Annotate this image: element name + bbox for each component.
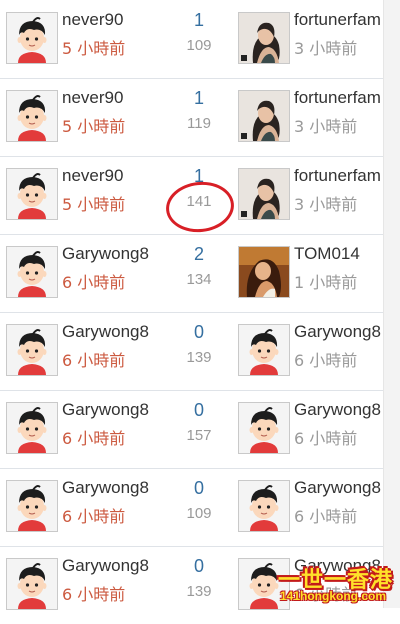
author-post-time: 6 小時前 (62, 273, 126, 292)
site-watermark: 一世一香港 141hongkong.com (270, 562, 396, 606)
author-post-time: 6 小時前 (62, 351, 126, 370)
last-poster-name-link[interactable]: Garywong8 (294, 400, 384, 420)
last-post-time: 3 小時前 (294, 195, 358, 214)
cartoon-boy-avatar-icon (7, 91, 57, 141)
author-avatar[interactable] (6, 168, 58, 220)
reply-count: 2 (193, 244, 204, 264)
view-count: 109 (186, 37, 212, 54)
reply-count: 1 (193, 88, 204, 108)
thread-row: never90 5 小時前 1 119 fortunerfam 3 小時前 (0, 78, 384, 157)
author-avatar[interactable] (6, 402, 58, 454)
author-avatar[interactable] (6, 12, 58, 64)
last-poster-avatar[interactable] (238, 12, 290, 64)
reply-count: 0 (193, 478, 204, 498)
cartoon-boy-avatar-icon (7, 247, 57, 297)
cartoon-boy-avatar-icon (239, 325, 289, 375)
cartoon-boy-avatar-icon (7, 325, 57, 375)
view-count: 157 (186, 427, 212, 444)
cartoon-boy-avatar-icon (7, 403, 57, 453)
author-avatar[interactable] (6, 90, 58, 142)
last-post-time: 3 小時前 (294, 117, 358, 136)
woman-photo-avatar-icon (239, 91, 289, 141)
view-count: 119 (187, 115, 211, 132)
watermark-url: 141hongkong.com (280, 589, 387, 603)
cartoon-boy-avatar-icon (7, 13, 57, 63)
author-name-link[interactable]: Garywong8 (62, 400, 170, 420)
author-avatar[interactable] (6, 324, 58, 376)
author-name-link[interactable]: Garywong8 (62, 244, 170, 264)
last-poster-name-link[interactable]: fortunerfam (294, 166, 384, 186)
last-post-time: 6 小時前 (294, 351, 358, 370)
author-avatar[interactable] (6, 246, 58, 298)
last-poster-name-link[interactable]: TOM014 (294, 244, 384, 264)
author-name-link[interactable]: never90 (62, 166, 170, 186)
author-post-time: 5 小時前 (62, 39, 126, 58)
author-avatar[interactable] (6, 558, 58, 610)
last-poster-avatar[interactable] (238, 90, 290, 142)
thread-row: never90 5 小時前 1 109 fortunerfam 3 小時前 (0, 0, 384, 79)
author-post-time: 5 小時前 (62, 195, 126, 214)
author-post-time: 6 小時前 (62, 429, 126, 448)
thread-row: Garywong8 6 小時前 0 109 Garywong8 6 小時前 (0, 468, 384, 547)
cartoon-boy-avatar-icon (239, 481, 289, 531)
last-poster-name-link[interactable]: fortunerfam (294, 88, 384, 108)
last-poster-name-link[interactable]: fortunerfam (294, 10, 384, 30)
last-post-time: 3 小時前 (294, 39, 358, 58)
cartoon-boy-avatar-icon (239, 403, 289, 453)
last-poster-name-link[interactable]: Garywong8 (294, 322, 384, 342)
last-poster-avatar[interactable] (238, 246, 290, 298)
author-name-link[interactable]: Garywong8 (62, 556, 170, 576)
thread-row: Garywong8 6 小時前 2 134 TOM014 1 小時前 (0, 234, 384, 313)
author-name-link[interactable]: never90 (62, 88, 170, 108)
reply-count: 1 (193, 10, 204, 30)
last-poster-avatar[interactable] (238, 168, 290, 220)
view-count: 109 (186, 505, 212, 522)
view-count: 139 (186, 349, 212, 366)
author-name-link[interactable]: never90 (62, 10, 170, 30)
vertical-scrollbar[interactable] (383, 0, 400, 608)
reply-count: 0 (193, 556, 204, 576)
last-post-time: 1 小時前 (294, 273, 358, 292)
author-post-time: 6 小時前 (62, 585, 126, 604)
last-post-time: 6 小時前 (294, 429, 358, 448)
last-poster-name-link[interactable]: Garywong8 (294, 478, 384, 498)
woman-photo-avatar-icon (239, 247, 289, 297)
thread-row: Garywong8 6 小時前 0 157 Garywong8 6 小時前 (0, 390, 384, 469)
thread-row: Garywong8 6 小時前 0 139 Garywong8 6 小時前 (0, 312, 384, 391)
view-count: 139 (186, 583, 212, 600)
reply-count: 0 (193, 400, 204, 420)
author-avatar[interactable] (6, 480, 58, 532)
last-poster-avatar[interactable] (238, 402, 290, 454)
reply-count: 0 (193, 322, 204, 342)
cartoon-boy-avatar-icon (7, 169, 57, 219)
woman-photo-avatar-icon (239, 13, 289, 63)
last-post-time: 6 小時前 (294, 507, 358, 526)
woman-photo-avatar-icon (239, 169, 289, 219)
author-name-link[interactable]: Garywong8 (62, 478, 170, 498)
last-poster-avatar[interactable] (238, 480, 290, 532)
author-name-link[interactable]: Garywong8 (62, 322, 170, 342)
author-post-time: 6 小時前 (62, 507, 126, 526)
view-count: 134 (186, 271, 212, 288)
cartoon-boy-avatar-icon (7, 559, 57, 609)
last-poster-avatar[interactable] (238, 324, 290, 376)
author-post-time: 5 小時前 (62, 117, 126, 136)
cartoon-boy-avatar-icon (7, 481, 57, 531)
